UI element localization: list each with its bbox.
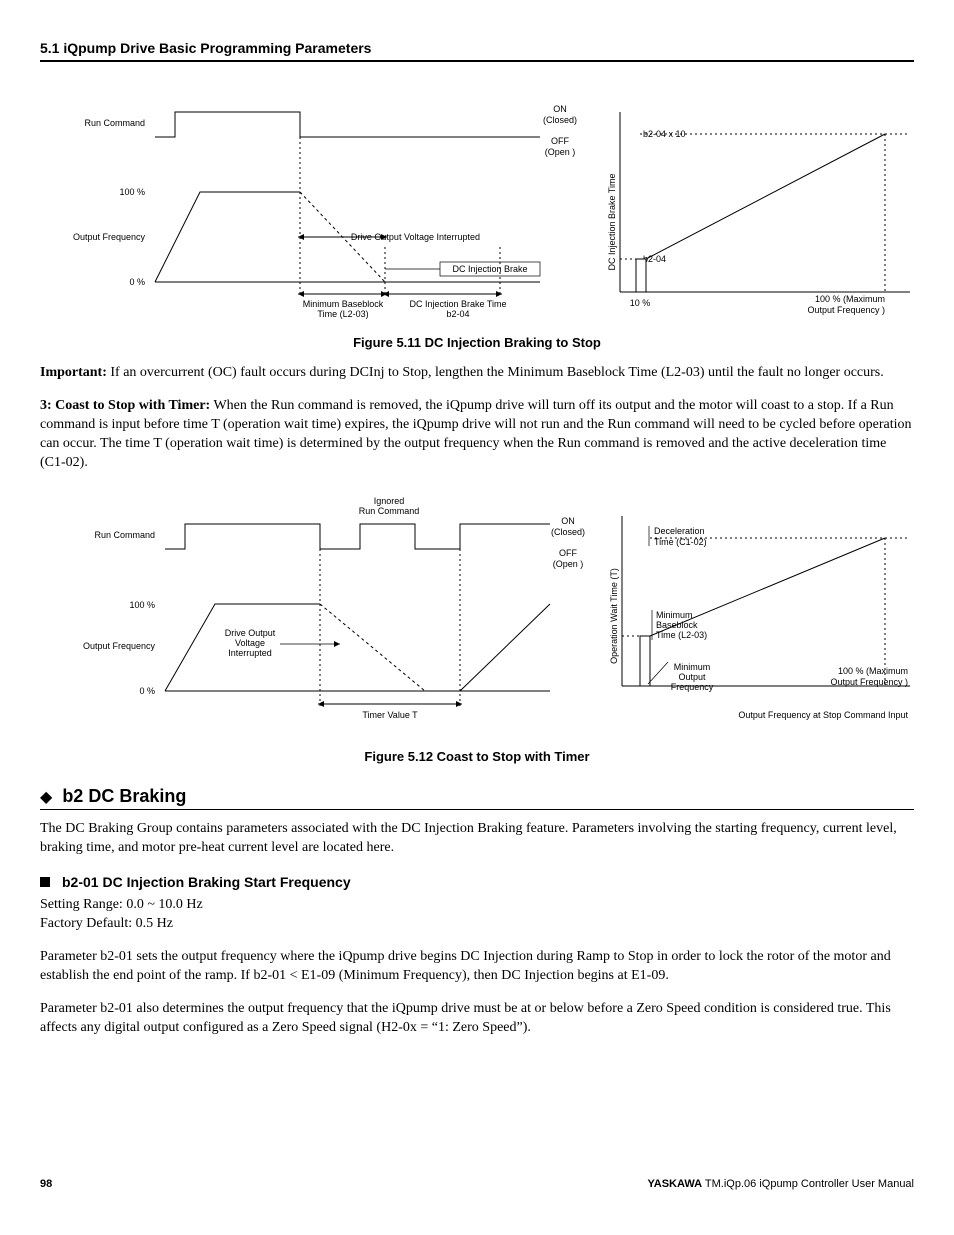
label-y-axis-right2: Operation Wait Time (T) xyxy=(609,569,619,665)
page-section-header: 5.1 iQpump Drive Basic Programming Param… xyxy=(40,40,914,62)
diag-line-right xyxy=(646,134,885,259)
bar-10pct xyxy=(636,259,646,292)
freq-up-3 xyxy=(460,604,550,691)
b201-default: Factory Default: 0.5 Hz xyxy=(40,915,914,934)
section-b2-title: b2 DC Braking xyxy=(62,786,186,807)
label-mbb1: Minimum xyxy=(656,610,693,620)
arrowhead-r3 xyxy=(496,291,502,297)
important-text: If an overcurrent (OC) fault occurs duri… xyxy=(107,365,884,380)
section-b2-intro: The DC Braking Group contains parameters… xyxy=(40,820,914,858)
figure-5-11-svg: Run Command ON (Closed) OFF (Open ) 100 … xyxy=(40,92,914,322)
arrowhead-rT xyxy=(456,701,462,707)
label-closed-2: (Closed) xyxy=(551,527,585,537)
figure-5-11-caption: Figure 5.11 DC Injection Braking to Stop xyxy=(40,335,914,350)
arrowhead-l1 xyxy=(298,234,304,240)
section-number-title: 5.1 iQpump Drive Basic Programming Param… xyxy=(40,40,371,56)
minout-leader xyxy=(648,662,668,684)
label-dc-brake-time-2: b2-04 xyxy=(446,309,469,319)
label-dov2: Voltage xyxy=(235,638,265,648)
paragraph-important: Important: If an overcurrent (OC) fault … xyxy=(40,364,914,383)
label-dc-brake-time-1: DC Injection Brake Time xyxy=(409,299,506,309)
label-y-axis-right: DC Injection Brake Time xyxy=(607,173,617,270)
important-label: Important: xyxy=(40,365,107,380)
page-footer: 98 YASKAWA TM.iQp.06 iQpump Controller U… xyxy=(40,1178,914,1190)
arrowhead-l2 xyxy=(298,291,304,297)
coast-label: 3: Coast to Stop with Timer: xyxy=(40,398,210,413)
manual-ref: YASKAWA TM.iQp.06 iQpump Controller User… xyxy=(647,1178,914,1190)
label-open: (Open ) xyxy=(545,147,576,157)
label-xaxis-right2: Output Frequency at Stop Command Input xyxy=(738,710,908,720)
arrowhead-l3 xyxy=(383,291,389,297)
label-min-baseblock-2: Time (L2-03) xyxy=(317,309,368,319)
label-run-command-2: Run Command xyxy=(94,530,155,540)
label-minout1: Minimum xyxy=(674,662,711,672)
label-x100a-2: 100 % (Maximum xyxy=(838,666,908,676)
subsection-b201-title: b2-01 DC Injection Braking Start Frequen… xyxy=(62,874,351,890)
label-run-command: Run Command xyxy=(84,118,145,128)
label-ignored2: Run Command xyxy=(359,506,420,516)
label-on-2: ON xyxy=(561,516,575,526)
label-decel1: Deceleration xyxy=(654,526,705,536)
label-mbb3: Time (L2-03) xyxy=(656,630,707,640)
label-minout2: Output xyxy=(678,672,706,682)
label-x10: 10 % xyxy=(630,298,651,308)
label-x100b: Output Frequency ) xyxy=(807,305,885,315)
dov-arrowhead xyxy=(334,641,340,647)
label-dov3: Interrupted xyxy=(228,648,272,658)
brand: YASKAWA xyxy=(647,1178,702,1190)
label-dc-brake: DC Injection Brake xyxy=(452,264,527,274)
label-b204x10: b2-04 x 10 xyxy=(643,129,686,139)
waveform-run-command xyxy=(155,112,540,137)
figure-5-11: Run Command ON (Closed) OFF (Open ) 100 … xyxy=(40,92,914,327)
square-bullet-icon xyxy=(40,877,50,887)
line-freq-up xyxy=(155,192,300,282)
b201-range: Setting Range: 0.0 ~ 10.0 Hz xyxy=(40,896,914,915)
label-x100a: 100 % (Maximum xyxy=(815,294,885,304)
arrowhead-lT xyxy=(318,701,324,707)
label-open-2: (Open ) xyxy=(553,559,584,569)
label-on: ON xyxy=(553,104,567,114)
label-x100b-2: Output Frequency ) xyxy=(830,677,908,687)
label-min-baseblock-1: Minimum Baseblock xyxy=(303,299,384,309)
label-dov1: Drive Output xyxy=(225,628,276,638)
label-decel2: Time (C1-02) xyxy=(654,537,707,547)
label-closed: (Closed) xyxy=(543,115,577,125)
diamond-bullet-icon: ◆ xyxy=(40,787,52,807)
figure-5-12-svg: Ignored Run Command Run Command ON (Clos… xyxy=(40,486,914,736)
manual-text: TM.iQp.06 iQpump Controller User Manual xyxy=(702,1178,914,1190)
label-interrupted: Drive Output Voltage Interrupted xyxy=(351,232,480,242)
label-output-frequency: Output Frequency xyxy=(73,232,146,242)
label-off-2: OFF xyxy=(559,548,577,558)
label-off: OFF xyxy=(551,136,569,146)
bar-minfreq xyxy=(640,636,650,686)
section-b2-heading: ◆ b2 DC Braking xyxy=(40,786,914,810)
label-100pct: 100 % xyxy=(119,187,145,197)
label-100pct-2: 100 % xyxy=(129,600,155,610)
paragraph-coast: 3: Coast to Stop with Timer: When the Ru… xyxy=(40,397,914,473)
b201-p2: Parameter b2-01 also determines the outp… xyxy=(40,1000,914,1038)
label-ignored1: Ignored xyxy=(374,496,405,506)
figure-5-12-caption: Figure 5.12 Coast to Stop with Timer xyxy=(40,749,914,764)
label-minout3: Frequency xyxy=(671,682,714,692)
diag-line-right2 xyxy=(650,538,885,636)
waveform-run-command-2 xyxy=(165,524,550,549)
b201-p1: Parameter b2-01 sets the output frequenc… xyxy=(40,948,914,986)
page-number: 98 xyxy=(40,1178,52,1190)
figure-5-12: Ignored Run Command Run Command ON (Clos… xyxy=(40,486,914,741)
label-timer-value: Timer Value T xyxy=(362,710,418,720)
label-output-frequency-2: Output Frequency xyxy=(83,641,156,651)
subsection-b201-heading: b2-01 DC Injection Braking Start Frequen… xyxy=(40,874,914,890)
label-0pct-2: 0 % xyxy=(139,686,155,696)
label-0pct: 0 % xyxy=(129,277,145,287)
freq-down-2 xyxy=(320,604,425,691)
